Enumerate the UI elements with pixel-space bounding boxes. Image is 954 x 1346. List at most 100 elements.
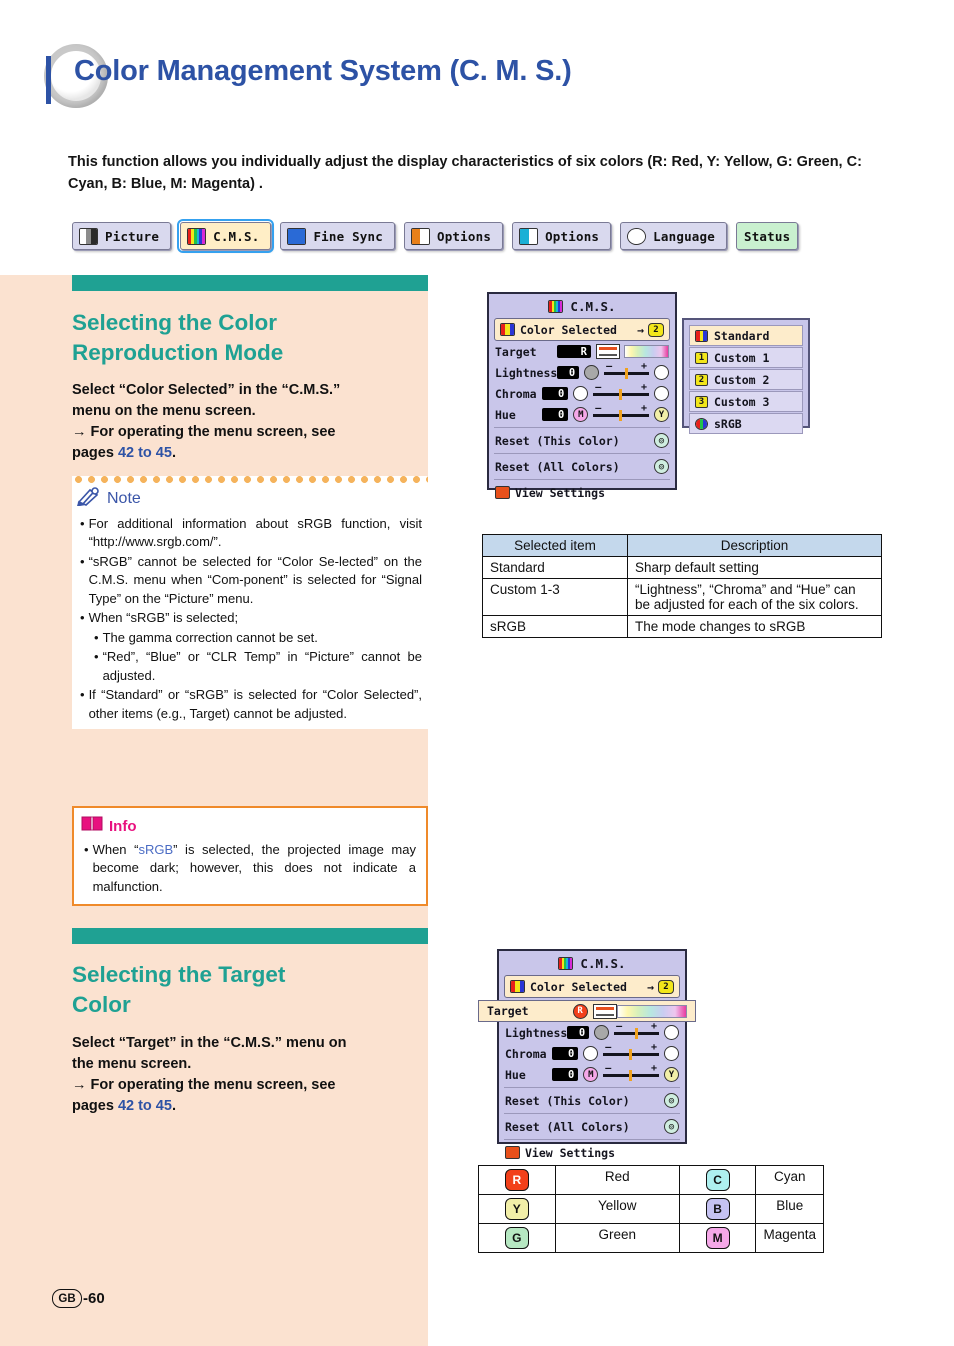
table-row: Standard Sharp default setting [482, 556, 882, 579]
page-footer: GB -60 [52, 1289, 105, 1308]
lightness-slider[interactable]: – + [614, 1021, 659, 1039]
osd2-divider [504, 1087, 680, 1088]
picture-icon [79, 227, 98, 245]
tab-status[interactable]: Status [735, 222, 799, 250]
reset-icon: ◎ [654, 459, 669, 474]
tab-picture-label: Picture [105, 228, 160, 244]
osd2-arrow: → [647, 979, 654, 994]
osd2-row-reset-all-colors[interactable]: Reset (All Colors) ◎ [499, 1116, 685, 1137]
color-selected-icon [500, 323, 515, 336]
pencil-icon [76, 487, 102, 511]
hue-magenta-icon: M [573, 407, 589, 422]
osd2-row-chroma[interactable]: Chroma 0 – + [499, 1042, 685, 1064]
tab-fine-sync-label: Fine Sync [313, 228, 383, 244]
section2-page-link[interactable]: 42 to 45 [118, 1098, 172, 1114]
note-subitem: • The gamma correction cannot be set. [94, 629, 422, 647]
note-subitem: • “Red”, “Blue” or “CLR Temp” in “Picture… [94, 648, 422, 685]
lightness-slider[interactable]: – + [604, 361, 649, 379]
chroma-slider[interactable]: – + [603, 1042, 659, 1060]
osd2-row-view-settings[interactable]: View Settings [499, 1142, 685, 1163]
hue-yellow-icon: Y [664, 1067, 679, 1082]
section1-page-link[interactable]: 42 to 45 [118, 445, 172, 461]
info-box: Info • When “sRGB” is selected, the proj… [72, 806, 428, 907]
osd-divider [494, 427, 670, 428]
tab-fine-sync[interactable]: Fine Sync [280, 222, 395, 250]
custom-2-icon: 2 [695, 373, 708, 386]
table-row: Y Yellow B Blue [478, 1194, 824, 1224]
lightness-high-icon [664, 1025, 679, 1040]
osd2-target-highlight-row[interactable]: Target R [478, 1000, 696, 1022]
osd-row-color-selected[interactable]: Color Selected → 2 [494, 318, 670, 341]
title-rule [46, 56, 51, 104]
menu-tab-bar: Picture C.M.S. Fine Sync Options Options… [72, 219, 799, 253]
bullet-dot: • [80, 516, 85, 531]
dropdown-item-standard[interactable]: Standard [689, 325, 803, 346]
color-band-icon [616, 1004, 687, 1018]
tab-picture[interactable]: Picture [72, 222, 172, 250]
osd-row-target[interactable]: Target R [489, 341, 675, 362]
hue-slider[interactable]: – + [603, 1063, 659, 1081]
section2-title: Selecting the Target Color [72, 960, 432, 1020]
cms-icon [558, 956, 574, 970]
osd2-reset-all-label: Reset (All Colors) [505, 1119, 630, 1134]
section1-body-line4: pages 42 to 45. [72, 445, 176, 462]
view-settings-icon [505, 1146, 520, 1159]
note-item: • “sRGB” cannot be selected for “Color Se… [80, 553, 422, 608]
table-row: sRGB The mode changes to sRGB [482, 615, 882, 638]
osd2-row-color-selected[interactable]: Color Selected → 2 [504, 975, 680, 998]
cell-color-name: Magenta [755, 1223, 824, 1253]
hue-slider[interactable]: – + [593, 403, 649, 421]
tab-cms[interactable]: C.M.S. [177, 219, 275, 253]
chroma-high-icon [654, 386, 669, 401]
osd2-row-reset-this-color[interactable]: Reset (This Color) ◎ [499, 1090, 685, 1111]
osd-row-view-settings[interactable]: View Settings [489, 482, 675, 503]
osd-row-chroma[interactable]: Chroma 0 – + [489, 382, 675, 404]
cms-icon [187, 227, 207, 245]
dropdown-item-custom-3-label: Custom 3 [714, 394, 770, 409]
osd2-hue-label: Hue [505, 1067, 526, 1082]
note-list: • For additional information about sRGB f… [72, 515, 428, 723]
osd-divider [494, 453, 670, 454]
cell-color-name: Red [554, 1165, 680, 1195]
bullet-dot: • [80, 687, 85, 703]
osd-row-lightness[interactable]: Lightness 0 – + [489, 361, 675, 383]
tab-language[interactable]: Language [620, 222, 727, 250]
info-label: Info [109, 817, 137, 835]
dropdown-item-custom-1[interactable]: 1 Custom 1 [689, 347, 803, 368]
osd-lightness-label: Lightness [495, 365, 558, 380]
dropdown-item-custom-2[interactable]: 2 Custom 2 [689, 369, 803, 390]
tab-options-1[interactable]: Options [403, 222, 504, 250]
bullet-dot: • [94, 649, 99, 665]
section2-title-line2: Color [72, 991, 131, 1017]
note-box: Note • For additional information about s… [72, 476, 428, 729]
osd2-reset-this-label: Reset (This Color) [505, 1093, 630, 1108]
cell-color-name: Cyan [755, 1165, 824, 1195]
chroma-slider[interactable]: – + [593, 382, 649, 400]
osd2-row-hue[interactable]: Hue 0 M – + Y [499, 1063, 685, 1085]
osd2-row-lightness[interactable]: Lightness 0 – + [499, 1021, 685, 1043]
dropdown-item-srgb[interactable]: sRGB [689, 413, 803, 434]
osd2-title: C.M.S. [499, 951, 685, 975]
section2-teal-bar [72, 928, 428, 944]
tab-options-1-label: Options [436, 228, 492, 244]
dropdown-item-srgb-label: sRGB [714, 416, 742, 431]
cell-selected-item: Custom 1-3 [482, 578, 628, 616]
osd2-divider [504, 1139, 680, 1140]
osd-view-settings-label: View Settings [515, 485, 606, 500]
tab-options-2[interactable]: Options [512, 222, 612, 250]
osd-arrow: → [637, 322, 644, 337]
chroma-high-icon [664, 1046, 679, 1061]
dropdown-item-custom-3[interactable]: 3 Custom 3 [689, 391, 803, 412]
bullet-dot: • [80, 553, 85, 569]
osd-row-reset-this-color[interactable]: Reset (This Color) ◎ [489, 430, 675, 451]
osd-row-reset-all-colors[interactable]: Reset (All Colors) ◎ [489, 456, 675, 477]
note-item: • When “sRGB” is selected; [80, 609, 422, 627]
tab-cms-label: C.M.S. [213, 228, 260, 244]
section1-body-line3: → For operating the menu screen, see [72, 424, 336, 441]
section1-body: Select “Color Selected” in the “C.M.S.” … [72, 380, 424, 465]
table-row: R Red C Cyan [478, 1165, 824, 1195]
cell-description: The mode changes to sRGB [627, 615, 882, 638]
color-legend-table: R Red C Cyan Y Yellow B Blue G Green M M… [478, 1165, 824, 1253]
dropdown-item-standard-label: Standard [714, 328, 770, 343]
osd-row-hue[interactable]: Hue 0 M – + Y [489, 403, 675, 425]
